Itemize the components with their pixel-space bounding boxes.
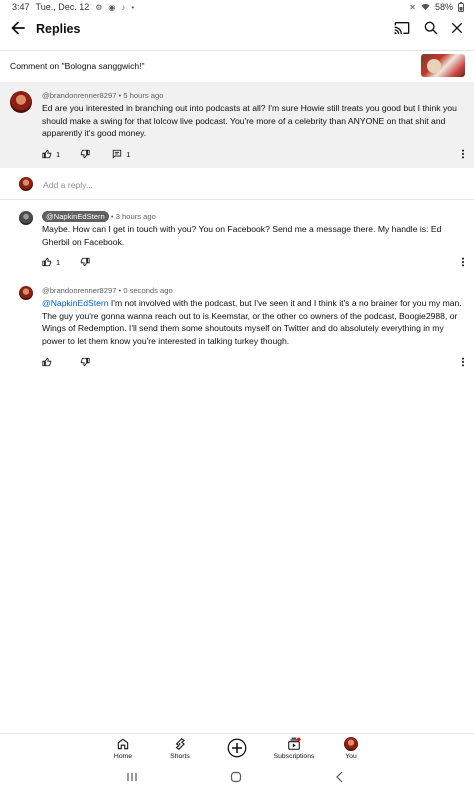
home-circle-icon[interactable] [230, 771, 242, 783]
dot-icon: • [131, 2, 135, 12]
status-time: 3:47 [12, 2, 30, 12]
settings-icon: ⚙ [95, 2, 103, 12]
comment-actions: 1 [42, 257, 90, 267]
comment-meta: @brandonrenner8297 • 5 hours ago [42, 91, 164, 100]
wifi-icon [421, 4, 430, 11]
nav-label: Home [113, 753, 133, 760]
back-arrow-icon[interactable] [8, 18, 28, 38]
cast-icon[interactable] [394, 20, 410, 36]
close-icon[interactable] [449, 20, 465, 36]
context-label: Comment on "Bologna sanggwich!" [10, 61, 145, 71]
battery-text: 58% [434, 2, 453, 12]
mention-link[interactable]: @NapkinEdStern [42, 298, 109, 308]
subscriptions-icon [288, 737, 301, 750]
add-reply-row[interactable]: Add a reply... [0, 170, 474, 200]
bottom-nav: Home Shorts Subscriptions You [0, 733, 474, 765]
nav-label: You [345, 753, 357, 760]
reply-count: 1 [126, 149, 131, 159]
comment-time: 5 hours ago [123, 91, 164, 100]
search-icon[interactable] [423, 20, 439, 36]
avatar-icon [344, 737, 358, 751]
nav-you[interactable]: You [339, 737, 363, 760]
avatar [19, 177, 33, 191]
add-reply-input[interactable]: Add a reply... [43, 180, 93, 190]
comment-text: Maybe. How can I get in touch with you? … [42, 224, 442, 247]
avatar[interactable] [10, 91, 32, 113]
thumbs-down-icon [81, 149, 90, 159]
avatar[interactable] [19, 286, 33, 300]
thumbs-up-icon [42, 357, 52, 367]
like-button[interactable] [42, 357, 56, 367]
more-options-icon[interactable] [461, 149, 465, 159]
nav-label: Shorts [170, 753, 190, 760]
page-title: Replies [36, 22, 81, 36]
dislike-button[interactable] [80, 257, 90, 267]
like-count: 1 [56, 257, 61, 267]
comment-text: Ed are you interested in branching out i… [42, 103, 457, 139]
status-date: Tue., Dec. 12 [35, 2, 90, 12]
shorts-icon [175, 738, 185, 750]
dislike-button[interactable] [80, 357, 90, 367]
comment-icon [113, 149, 122, 159]
thumbs-down-icon [80, 357, 90, 367]
nav-shorts[interactable]: Shorts [164, 737, 196, 760]
parent-comment: @brandonrenner8297 • 5 hours ago Ed are … [0, 82, 474, 168]
comment-actions: 1 1 [42, 149, 130, 159]
thumbs-up-icon [42, 149, 52, 159]
tiktok-icon: ♪ [121, 2, 126, 12]
thumbs-down-icon [81, 257, 90, 267]
comment-time: 0 seconds ago [123, 286, 173, 295]
like-button[interactable]: 1 [42, 257, 60, 267]
status-bar: 3:47 Tue., Dec. 12 ⚙ ◉ ♪ • ✕ 58% [0, 0, 474, 14]
nav-label: Subscriptions [273, 753, 315, 760]
more-options-icon[interactable] [461, 257, 465, 267]
messenger-icon: ◉ [108, 2, 116, 12]
comment-author[interactable]: @brandonrenner8297 [42, 91, 116, 100]
more-options-icon[interactable] [461, 357, 465, 367]
comment-actions [42, 357, 90, 367]
nav-subscriptions[interactable]: Subscriptions [270, 737, 318, 760]
recents-icon[interactable] [126, 771, 138, 783]
comment-meta: @brandonrenner8297 • 0 seconds ago [42, 286, 173, 295]
back-chevron-icon[interactable] [334, 771, 346, 783]
video-thumbnail[interactable] [421, 54, 465, 77]
creator-handle-badge[interactable]: @NapkinEdStern [42, 211, 109, 222]
like-count: 1 [56, 149, 61, 159]
like-button[interactable]: 1 [42, 149, 60, 159]
comment-context[interactable]: Comment on "Bologna sanggwich!" [0, 50, 474, 80]
app-bar: Replies [0, 14, 474, 44]
mute-icon: ✕ [409, 2, 416, 12]
comment-time: 3 hours ago [115, 212, 156, 221]
battery-icon [458, 2, 464, 12]
comment-meta: @NapkinEdStern • 3 hours ago [42, 211, 156, 222]
home-icon [117, 738, 129, 750]
comment-text: @NapkinEdStern I'm not involved with the… [42, 297, 466, 347]
create-icon[interactable] [227, 738, 247, 758]
thumbs-up-icon [42, 257, 52, 267]
avatar[interactable] [19, 211, 33, 225]
system-nav [0, 765, 474, 790]
comment-author[interactable]: @brandonrenner8297 [42, 286, 116, 295]
replies-button[interactable]: 1 [112, 149, 130, 159]
nav-home[interactable]: Home [108, 737, 138, 760]
dislike-button[interactable] [80, 149, 90, 159]
